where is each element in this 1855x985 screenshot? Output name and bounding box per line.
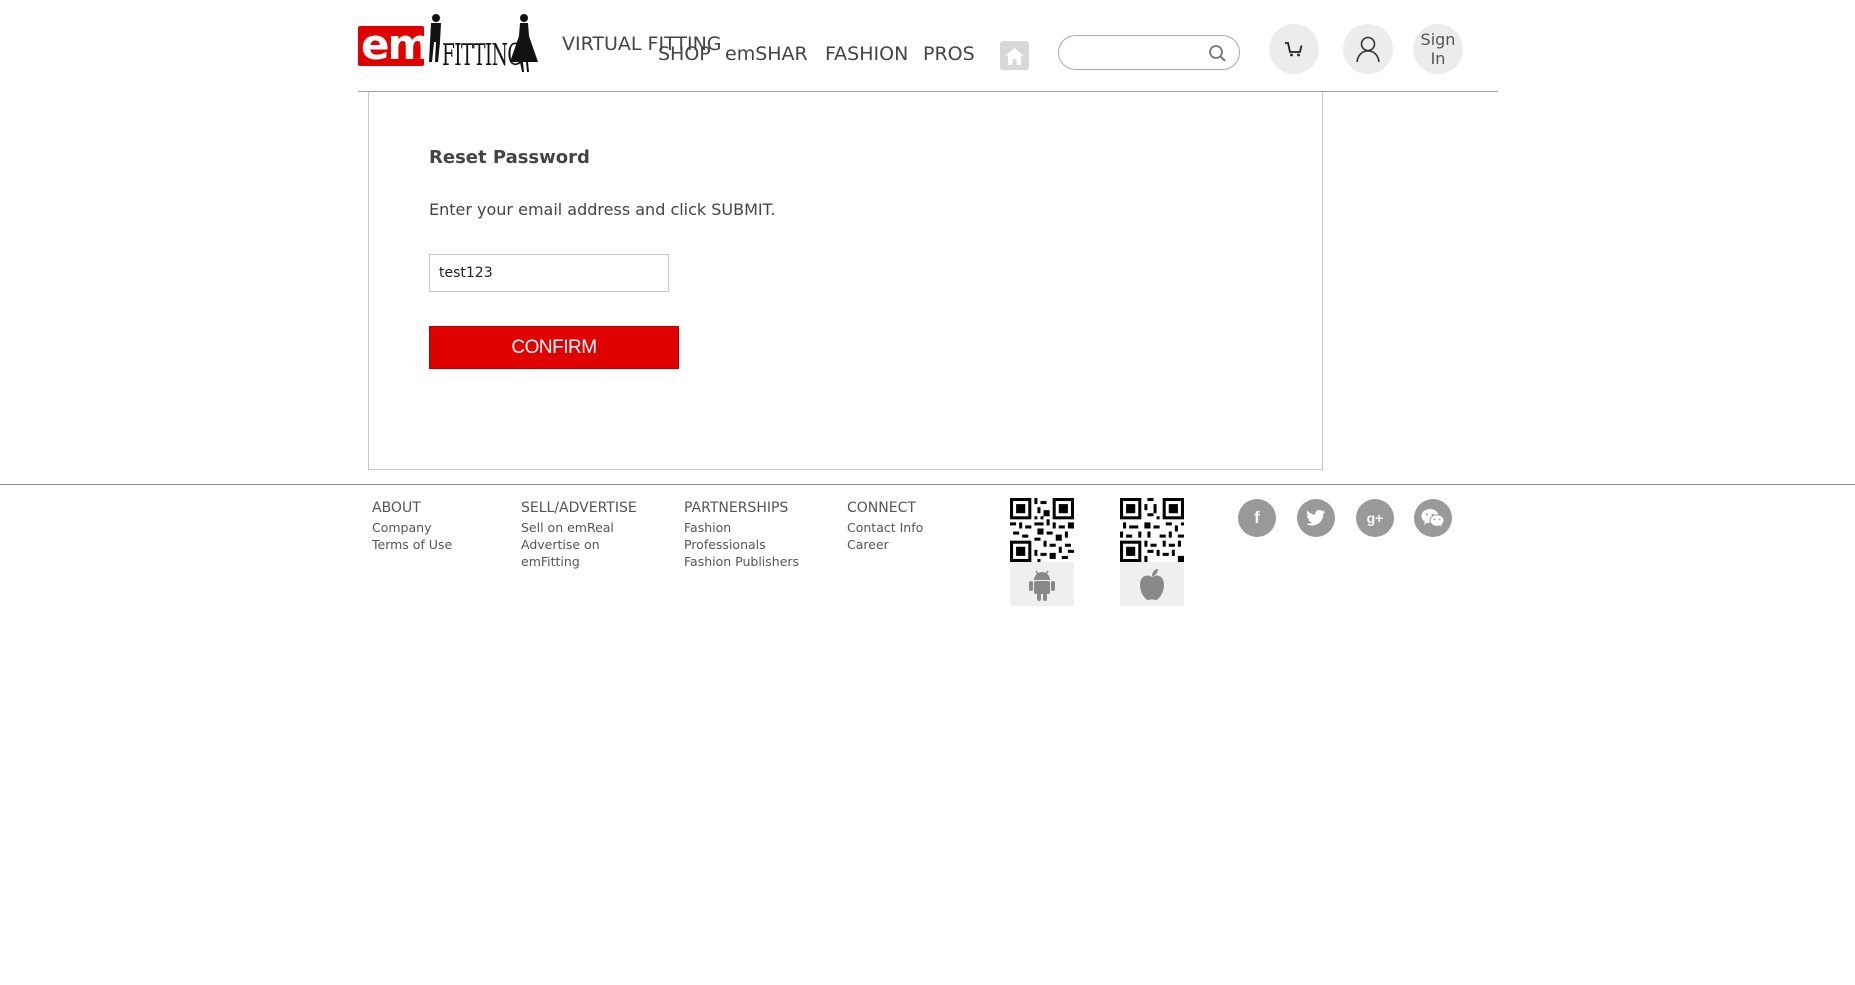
footer-link-sell[interactable]: Sell on emReal (521, 519, 651, 536)
footer-link-fashion-pros[interactable]: Fashion Professionals (684, 519, 814, 553)
twitter-button[interactable] (1297, 499, 1335, 537)
search-input[interactable] (1071, 41, 1201, 65)
footer-link-terms[interactable]: Terms of Use (372, 536, 452, 553)
nav-pros[interactable]: PROS (923, 43, 975, 65)
footer-heading: ABOUT (372, 500, 421, 516)
nav-shop[interactable]: SHOP (658, 43, 711, 65)
footer-link-contact[interactable]: Contact Info (847, 519, 923, 536)
home-icon (1005, 47, 1024, 65)
cart-button[interactable] (1269, 24, 1319, 74)
google-plus-icon: g+ (1366, 510, 1384, 526)
account-button[interactable] (1343, 24, 1393, 74)
twitter-icon (1306, 509, 1326, 525)
wechat-icon (1421, 509, 1445, 528)
qr-code-android (1010, 498, 1074, 562)
footer-link-company[interactable]: Company (372, 519, 452, 536)
search-icon[interactable] (1207, 43, 1229, 65)
emfitting-logo[interactable]: em FITTING (358, 12, 540, 74)
nav-fashion[interactable]: FASHION (825, 43, 908, 65)
qr-code-ios (1120, 498, 1184, 562)
nav-emshare[interactable]: emSHARE (725, 43, 809, 65)
wechat-button[interactable] (1414, 499, 1452, 537)
instruction-text: Enter your email address and click SUBMI… (429, 200, 776, 219)
confirm-button[interactable]: CONFIRM (429, 326, 679, 369)
facebook-button[interactable]: f (1238, 499, 1276, 537)
logo-fitting-text: FITTING (442, 38, 522, 73)
footer-link-fashion-publishers[interactable]: Fashion Publishers (684, 553, 814, 570)
nav-virtual-fitting[interactable]: VIRTUAL FITTING (562, 33, 722, 55)
footer-heading: CONNECT (847, 500, 916, 516)
email-field[interactable] (429, 254, 669, 292)
footer-divider (0, 484, 1855, 485)
facebook-icon: f (1254, 508, 1260, 527)
home-button[interactable] (1000, 41, 1029, 70)
user-icon (1356, 36, 1380, 63)
footer-heading: SELL/ADVERTISE (521, 500, 637, 516)
apple-icon (1140, 569, 1164, 601)
site-header: em FITTING VIRTUAL FITTING SHOP emSHARE … (358, 0, 1498, 92)
page-title: Reset Password (429, 147, 590, 168)
search-box (1058, 35, 1240, 70)
google-plus-button[interactable]: g+ (1356, 499, 1394, 537)
footer-heading: PARTNERSHIPS (684, 500, 789, 516)
android-icon (1029, 570, 1055, 601)
sign-in-button[interactable]: Sign In (1413, 24, 1463, 74)
reset-password-panel: Reset Password Enter your email address … (368, 92, 1323, 470)
footer-partnerships: PARTNERSHIPS Fashion Professionals Fashi… (684, 500, 814, 570)
footer-about: ABOUT Company Terms of Use (372, 500, 452, 553)
cart-icon (1285, 42, 1303, 57)
footer-link-career[interactable]: Career (847, 536, 923, 553)
footer-connect: CONNECT Contact Info Career (847, 500, 923, 553)
android-app-qr[interactable] (1010, 498, 1074, 606)
ios-app-qr[interactable] (1120, 498, 1184, 606)
footer-sell-advertise: SELL/ADVERTISE Sell on emReal Advertise … (521, 500, 651, 570)
footer-link-advertise[interactable]: Advertise on emFitting (521, 536, 651, 570)
